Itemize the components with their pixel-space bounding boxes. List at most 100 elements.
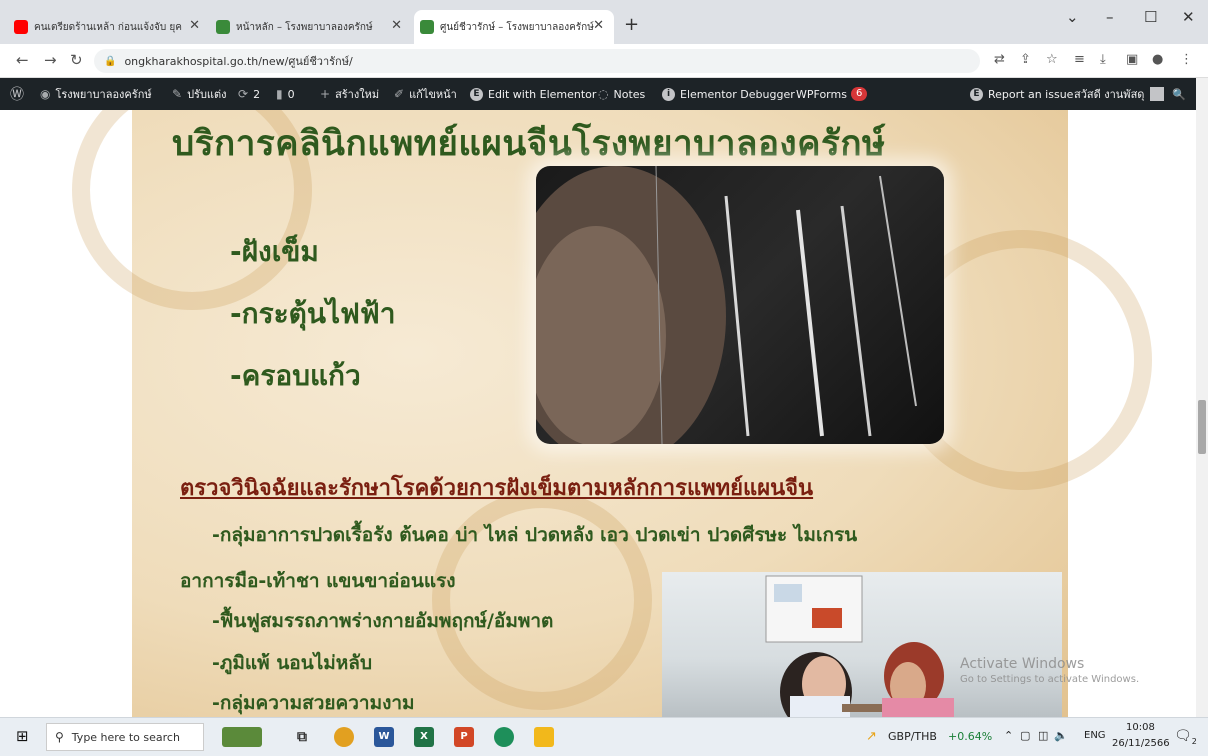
back-button[interactable]: ← (16, 51, 29, 69)
poster-subheading: ตรวจวินิจฉัยและรักษาโรคด้วยการฝังเข็มตาม… (180, 476, 814, 501)
poster-headline: บริการคลินิกแพทย์แผนจีนโรงพยาบาลองครักษ์ (172, 124, 886, 164)
address-bar[interactable]: 🔒 ongkharakhospital.go.th/new/ศูนย์ชีวาร… (94, 49, 980, 73)
plus-icon: + (320, 87, 331, 101)
download-icon[interactable]: ⤓ (1100, 52, 1106, 67)
profile-avatar-icon[interactable]: ● (1152, 52, 1163, 67)
minimize-button[interactable]: – (1106, 8, 1114, 26)
needles-illustration (536, 166, 917, 444)
acupuncture-needles-photo (536, 166, 944, 444)
comments-link[interactable]: ▮ 0 (276, 78, 295, 110)
close-icon[interactable]: ✕ (391, 18, 402, 33)
user-account-link[interactable]: สวัสดี งานพัสดุ (1074, 78, 1165, 110)
forward-button[interactable]: → (44, 51, 57, 69)
task-view-icon[interactable]: ⧉ (292, 727, 312, 747)
tray-chevron-icon[interactable]: ⌃ (1004, 729, 1013, 742)
report-issue-link[interactable]: E Report an issue (970, 78, 1073, 110)
lock-icon: 🔒 (104, 55, 117, 67)
tab-title: คนเตรียดร้านเหล้า ก่อนแจ้งจับ ยุค (34, 21, 182, 33)
volume-icon[interactable]: 🔈 (1054, 729, 1068, 742)
notification-count: 2 (1191, 736, 1197, 746)
windows-taskbar: ⊞ ⚲ Type here to search ⧉ W X P ↗ GBP/TH… (0, 717, 1208, 756)
site-name-link[interactable]: ◉ โรงพยาบาลองครักษ์ (40, 78, 152, 110)
tray-app-icon[interactable]: ▢ (1020, 729, 1030, 742)
tab-home[interactable]: หน้าหลัก – โรงพยาบาลองครักษ์ ✕ (216, 10, 412, 44)
word-icon[interactable]: W (374, 727, 394, 747)
notifications-icon[interactable]: 🗨2 (1174, 728, 1197, 746)
service-item: -ครอบแก้ว (230, 359, 361, 392)
clinic-poster: บริการคลินิกแพทย์แผนจีนโรงพยาบาลองครักษ์… (72, 110, 1152, 717)
chrome-icon[interactable] (334, 727, 354, 747)
close-icon[interactable]: ✕ (189, 18, 200, 33)
maximize-button[interactable]: ☐ (1144, 8, 1157, 26)
elementor-icon: E (470, 87, 483, 101)
service-item: -ฝังเข็ม (230, 235, 319, 268)
page-scrollbar[interactable] (1196, 78, 1208, 717)
network-icon[interactable]: ◫ (1038, 729, 1048, 742)
indication-item: -ฟื้นฟูสมรรถภาพร่างกายอัมพฤกษ์/อัมพาต (212, 610, 554, 632)
url-text: ongkharakhospital.go.th/new/ศูนย์ชีวารัก… (124, 55, 353, 68)
notes-link[interactable]: ◌ Notes (598, 78, 645, 110)
elementor-debugger-link[interactable]: i Elementor Debugger (662, 78, 795, 110)
hospital-logo-icon (216, 20, 230, 34)
search-icon[interactable]: 🔍 (1172, 78, 1186, 110)
sidebar-icon[interactable]: ▣ (1126, 52, 1138, 67)
comment-icon: ▮ (276, 87, 283, 101)
clock-time[interactable]: 10:08 (1126, 722, 1155, 733)
new-tab-button[interactable]: + (624, 14, 639, 35)
close-window-button[interactable]: ✕ (1182, 8, 1195, 26)
powerpoint-icon[interactable]: P (454, 727, 474, 747)
scrollbar-thumb[interactable] (1198, 400, 1206, 454)
line-app-icon[interactable] (494, 727, 514, 747)
tab-youtube[interactable]: คนเตรียดร้านเหล้า ก่อนแจ้งจับ ยุค ✕ (14, 10, 210, 44)
indication-item: -กลุ่มอาการปวดเรื้อรัง ต้นคอ บ่า ไหล่ ปว… (212, 524, 858, 546)
updates-link[interactable]: ⟳ 2 (238, 78, 260, 110)
search-icon: ⚲ (55, 730, 64, 744)
taskbar-search-box[interactable]: ⚲ Type here to search (46, 723, 204, 751)
edit-page-link[interactable]: ✐ แก้ไขหน้า (394, 78, 457, 110)
currency-trend-icon: ↗ (866, 729, 877, 744)
reload-button[interactable]: ↻ (70, 51, 83, 69)
tab-search-icon[interactable]: ⌄ (1066, 8, 1079, 26)
tab-title: หน้าหลัก – โรงพยาบาลองครักษ์ (236, 21, 373, 33)
file-explorer-icon[interactable] (534, 727, 554, 747)
page-content: บริการคลินิกแพทย์แผนจีนโรงพยาบาลองครักษ์… (0, 110, 1196, 717)
speech-bubble-icon: ◌ (598, 87, 609, 101)
clinic-illustration (765, 575, 954, 717)
share-icon[interactable]: ⇪ (1020, 52, 1031, 67)
updates-icon: ⟳ (238, 87, 249, 101)
windows-start-icon[interactable]: ⊞ (16, 727, 29, 745)
currency-change: +0.64% (948, 730, 993, 743)
bookmark-star-icon[interactable]: ☆ (1046, 52, 1058, 67)
hospital-logo-icon (420, 20, 434, 34)
new-content-link[interactable]: + สร้างใหม่ (320, 78, 379, 110)
youtube-icon (14, 20, 28, 34)
translate-icon[interactable]: ⇄ (994, 52, 1005, 67)
wpforms-link[interactable]: WPForms 6 (796, 78, 868, 110)
close-icon[interactable]: ✕ (593, 18, 604, 33)
menu-kebab-icon[interactable]: ⋮ (1180, 52, 1193, 67)
news-widget-icon[interactable] (222, 727, 262, 747)
reading-list-icon[interactable]: ≡ (1074, 52, 1085, 67)
currency-pair[interactable]: GBP/THB (888, 730, 937, 743)
pencil-icon: ✐ (394, 87, 405, 101)
indication-item: -ภูมิแพ้ นอนไม่หลับ (212, 652, 373, 674)
clock-date[interactable]: 26/11/2566 (1112, 738, 1170, 749)
edit-with-elementor-link[interactable]: E Edit with Elementor (470, 78, 596, 110)
wordpress-logo-icon[interactable]: Ⓦ (10, 78, 29, 110)
avatar (1150, 87, 1165, 101)
elementor-icon: E (970, 87, 983, 101)
browser-tab-strip: คนเตรียดร้านเหล้า ก่อนแจ้งจับ ยุค ✕ หน้า… (0, 0, 1208, 44)
excel-icon[interactable]: X (414, 727, 434, 747)
screen: คนเตรียดร้านเหล้า ก่อนแจ้งจับ ยุค ✕ หน้า… (0, 0, 1208, 756)
activation-watermark: Activate Windows Go to Settings to activ… (960, 656, 1140, 685)
dashboard-icon: ◉ (40, 87, 51, 101)
service-item: -กระตุ้นไฟฟ้า (230, 297, 396, 330)
indication-item: อาการมือ-เท้าชา แขนขาอ่อนแรง (180, 570, 456, 592)
indication-item: -กลุ่มความสวยความงาม (212, 692, 415, 714)
wpforms-badge: 6 (850, 87, 868, 101)
wp-admin-bar: Ⓦ ◉ โรงพยาบาลองครักษ์ ✎ ปรับแต่ง ⟳ 2 ▮ 0 + สร… (0, 78, 1196, 110)
tab-active[interactable]: ศูนย์ชีวารักษ์ – โรงพยาบาลองครักษ์ ✕ (414, 10, 614, 44)
brush-icon: ✎ (172, 87, 183, 101)
language-indicator[interactable]: ENG (1084, 730, 1106, 741)
customize-link[interactable]: ✎ ปรับแต่ง (172, 78, 227, 110)
